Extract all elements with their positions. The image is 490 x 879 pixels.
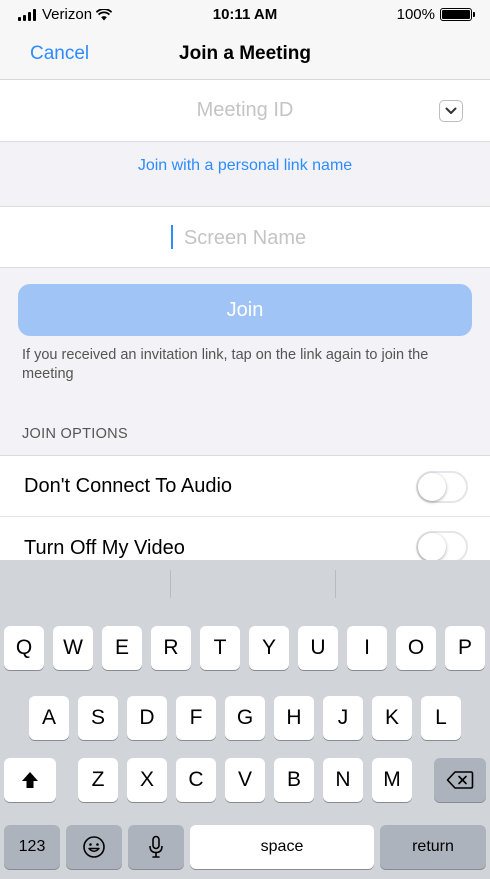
key-o[interactable]: O: [396, 626, 436, 670]
return-key[interactable]: return: [380, 825, 486, 869]
key-u[interactable]: U: [298, 626, 338, 670]
join-options-header: JOIN OPTIONS: [22, 426, 128, 442]
invitation-hint: If you received an invitation link, tap …: [22, 347, 429, 382]
dictation-key[interactable]: [128, 825, 184, 869]
shift-arrow-icon: [22, 772, 38, 788]
text-cursor: [171, 225, 173, 249]
key-g[interactable]: G: [225, 696, 265, 740]
screen-name-field[interactable]: Screen Name: [0, 206, 490, 268]
shift-key[interactable]: [4, 758, 56, 802]
key-x[interactable]: X: [127, 758, 167, 802]
key-y[interactable]: Y: [249, 626, 289, 670]
battery-percent: 100%: [396, 6, 435, 23]
video-toggle[interactable]: [416, 531, 468, 560]
key-b[interactable]: B: [274, 758, 314, 802]
option-row-video: Turn Off My Video: [0, 517, 490, 560]
screen-name-placeholder: Screen Name: [183, 227, 307, 249]
emoji-key[interactable]: [66, 825, 122, 869]
suggestion-separator: [170, 570, 171, 598]
key-t[interactable]: T: [200, 626, 240, 670]
key-z[interactable]: Z: [78, 758, 118, 802]
key-e[interactable]: E: [102, 626, 142, 670]
cancel-button[interactable]: Cancel: [30, 43, 89, 65]
key-k[interactable]: K: [372, 696, 412, 740]
option-label-audio: Don't Connect To Audio: [24, 475, 233, 497]
chevron-down-icon: [445, 107, 457, 114]
backspace-icon: [446, 771, 474, 789]
personal-link-button[interactable]: Join with a personal link name: [0, 157, 490, 175]
numbers-key[interactable]: 123: [4, 825, 60, 869]
delete-key[interactable]: [434, 758, 486, 802]
microphone-icon: [149, 835, 163, 858]
keyboard: Q W E R T Y U I O P A S D F G H J K L Z …: [0, 560, 490, 879]
space-key[interactable]: space: [190, 825, 374, 869]
key-c[interactable]: C: [176, 758, 216, 802]
nav-bar: Cancel Join a Meeting: [0, 30, 490, 80]
key-d[interactable]: D: [127, 696, 167, 740]
toggle-knob: [418, 533, 446, 560]
key-f[interactable]: F: [176, 696, 216, 740]
meeting-history-dropdown[interactable]: [439, 100, 463, 122]
key-r[interactable]: R: [151, 626, 191, 670]
emoji-icon: [83, 836, 105, 858]
audio-toggle[interactable]: [416, 471, 468, 503]
suggestion-separator: [335, 570, 336, 598]
predictive-text-bar: [0, 560, 490, 606]
status-bar: Verizon 10:11 AM 100%: [0, 0, 490, 30]
battery-status: 100%: [396, 6, 475, 23]
option-row-audio: Don't Connect To Audio: [0, 455, 490, 517]
key-s[interactable]: S: [78, 696, 118, 740]
toggle-knob: [418, 473, 446, 501]
meeting-id-placeholder: Meeting ID: [196, 99, 294, 121]
key-w[interactable]: W: [53, 626, 93, 670]
key-n[interactable]: N: [323, 758, 363, 802]
join-button[interactable]: Join: [18, 284, 472, 336]
key-p[interactable]: P: [445, 626, 485, 670]
key-m[interactable]: M: [372, 758, 412, 802]
battery-icon: [440, 8, 475, 21]
option-label-video: Turn Off My Video: [24, 537, 185, 559]
key-j[interactable]: J: [323, 696, 363, 740]
key-i[interactable]: I: [347, 626, 387, 670]
key-l[interactable]: L: [421, 696, 461, 740]
key-a[interactable]: A: [29, 696, 69, 740]
meeting-id-field[interactable]: Meeting ID: [0, 80, 490, 142]
key-q[interactable]: Q: [4, 626, 44, 670]
key-v[interactable]: V: [225, 758, 265, 802]
key-h[interactable]: H: [274, 696, 314, 740]
